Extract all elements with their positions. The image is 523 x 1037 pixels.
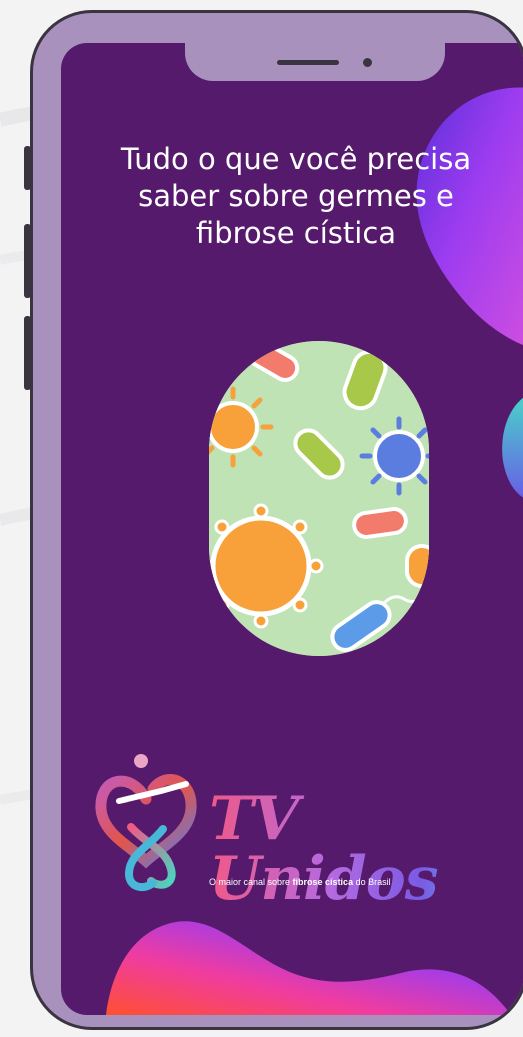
phone-notch [185, 43, 445, 81]
tv-unidos-logo: TV Unidos O maior canal sobre fibrose cí… [91, 749, 511, 909]
phone-frame: Tudo o que você precisa saber sobre germ… [30, 10, 523, 1030]
phone-screen: Tudo o que você precisa saber sobre germ… [61, 43, 523, 1015]
heart-ribbon-icon [95, 754, 197, 892]
germs-illustration [209, 341, 429, 656]
front-camera [363, 58, 372, 67]
speaker-grille [277, 60, 339, 65]
logo-tagline: O maior canal sobre fibrose cística do B… [209, 877, 391, 887]
logo-wordmark: TV Unidos [209, 789, 511, 909]
screen-title: Tudo o que você precisa saber sobre germ… [120, 142, 472, 250]
bacteria-pink-middle [352, 507, 408, 539]
